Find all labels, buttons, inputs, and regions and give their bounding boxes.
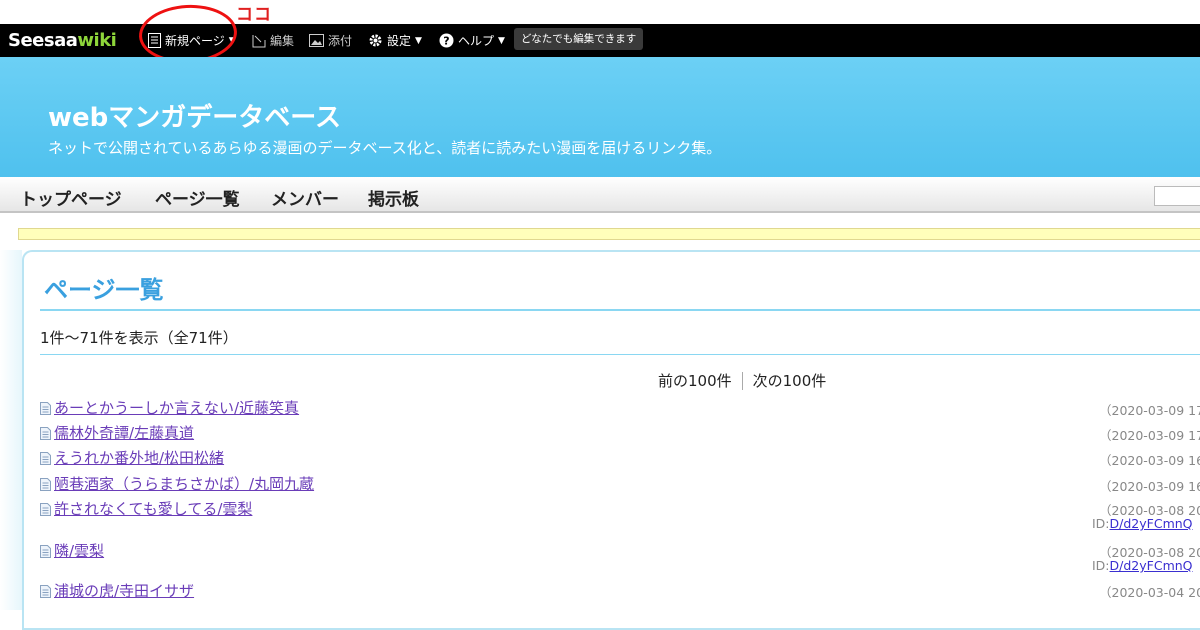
prev-page-link[interactable]: 前の100件 xyxy=(658,370,732,391)
file-icon xyxy=(40,451,51,465)
row-date: （2020-03-09 16 xyxy=(1099,453,1200,468)
site-title[interactable]: webマンガデータベース xyxy=(48,97,341,134)
content-panel xyxy=(22,250,1200,630)
file-icon xyxy=(40,426,51,440)
result-count: 1件～71件を表示（全71件） xyxy=(40,329,238,347)
heading-divider xyxy=(40,309,1200,311)
help-icon: ? xyxy=(439,33,454,48)
page-link[interactable]: えうれか番外地/松田松緒 xyxy=(54,447,224,468)
row-date: （2020-03-09 16 xyxy=(1099,479,1200,494)
page-link[interactable]: 許されなくても愛してる/雲梨 xyxy=(54,498,252,519)
file-icon xyxy=(40,502,51,516)
list-item: あーとかうーしか言えない/近藤笑真 xyxy=(40,397,299,418)
author-id-link[interactable]: D/d2yFCmnQ xyxy=(1110,558,1193,573)
row-author-id: ID:D/d2yFCmnQ xyxy=(1092,516,1193,531)
edit-label: 編集 xyxy=(270,34,295,48)
logo-main: Seesaa xyxy=(8,30,78,51)
help-label: ヘルプ xyxy=(458,34,495,48)
list-item: 許されなくても愛してる/雲梨 xyxy=(40,498,252,519)
file-icon xyxy=(40,401,51,415)
count-divider xyxy=(40,354,1200,355)
left-decoration xyxy=(0,250,22,610)
global-menu: トップページ ページ一覧 メンバー 掲示板 xyxy=(0,177,1200,213)
edit-icon xyxy=(252,34,266,48)
site-description: ネットで公開されているあらゆる漫画のデータベース化と、読者に読みたい漫画を届ける… xyxy=(48,139,722,157)
id-prefix: ID: xyxy=(1092,558,1110,573)
author-id-link[interactable]: D/d2yFCmnQ xyxy=(1110,516,1193,531)
gear-icon xyxy=(368,33,383,48)
list-item: 浦城の虎/寺田イサザ xyxy=(40,580,194,601)
handwritten-annotation: ココ xyxy=(236,5,272,25)
settings-label: 設定 xyxy=(387,34,412,48)
logo-wiki: wiki xyxy=(77,30,117,51)
help-menu[interactable]: ? ヘルプ ▼ xyxy=(439,32,505,49)
file-icon xyxy=(40,544,51,558)
edit-menu[interactable]: 編集 xyxy=(252,32,294,49)
attach-menu[interactable]: 添付 xyxy=(309,32,352,49)
page-link[interactable]: 隣/雲梨 xyxy=(54,540,104,561)
svg-text:?: ? xyxy=(443,35,449,48)
search-input[interactable] xyxy=(1154,186,1200,206)
edit-permission-badge: どなたでも編集できます xyxy=(514,28,644,50)
seesaa-wiki-logo[interactable]: Seesaawiki xyxy=(8,30,117,51)
list-item: 隣/雲梨 xyxy=(40,540,104,561)
menu-top-page[interactable]: トップページ xyxy=(20,185,122,210)
list-item: 儒林外奇譚/左藤真道 xyxy=(40,422,194,443)
page-link[interactable]: あーとかうーしか言えない/近藤笑真 xyxy=(54,397,299,418)
menu-page-list[interactable]: ページ一覧 xyxy=(155,185,240,210)
image-icon xyxy=(309,34,324,47)
file-icon xyxy=(40,584,51,598)
row-author-id: ID:D/d2yFCmnQ xyxy=(1092,558,1193,573)
notice-bar xyxy=(18,228,1200,240)
pager: 前の100件 次の100件 xyxy=(658,370,826,391)
page-link[interactable]: 儒林外奇譚/左藤真道 xyxy=(54,422,194,443)
list-item: えうれか番外地/松田松緒 xyxy=(40,447,224,468)
page-link[interactable]: 浦城の虎/寺田イサザ xyxy=(54,580,194,601)
menu-members[interactable]: メンバー xyxy=(271,185,339,210)
id-prefix: ID: xyxy=(1092,516,1110,531)
menu-bbs[interactable]: 掲示板 xyxy=(368,185,419,210)
row-date: （2020-03-09 17 xyxy=(1099,403,1200,418)
file-icon xyxy=(40,477,51,491)
settings-menu[interactable]: 設定 ▼ xyxy=(368,32,422,49)
page-link[interactable]: 陋巷酒家（うらまちさかば）/丸岡九蔵 xyxy=(54,473,314,494)
page-title: ページ一覧 xyxy=(44,276,164,304)
caret-down-icon: ▼ xyxy=(498,35,505,46)
next-page-link[interactable]: 次の100件 xyxy=(753,370,827,391)
row-date: （2020-03-04 20 xyxy=(1099,585,1200,600)
site-header: webマンガデータベース ネットで公開されているあらゆる漫画のデータベース化と、… xyxy=(0,57,1200,177)
attach-label: 添付 xyxy=(328,34,353,48)
caret-down-icon: ▼ xyxy=(415,35,422,46)
row-date: （2020-03-09 17 xyxy=(1099,428,1200,443)
pager-separator xyxy=(741,371,743,390)
list-item: 陋巷酒家（うらまちさかば）/丸岡九蔵 xyxy=(40,473,314,494)
